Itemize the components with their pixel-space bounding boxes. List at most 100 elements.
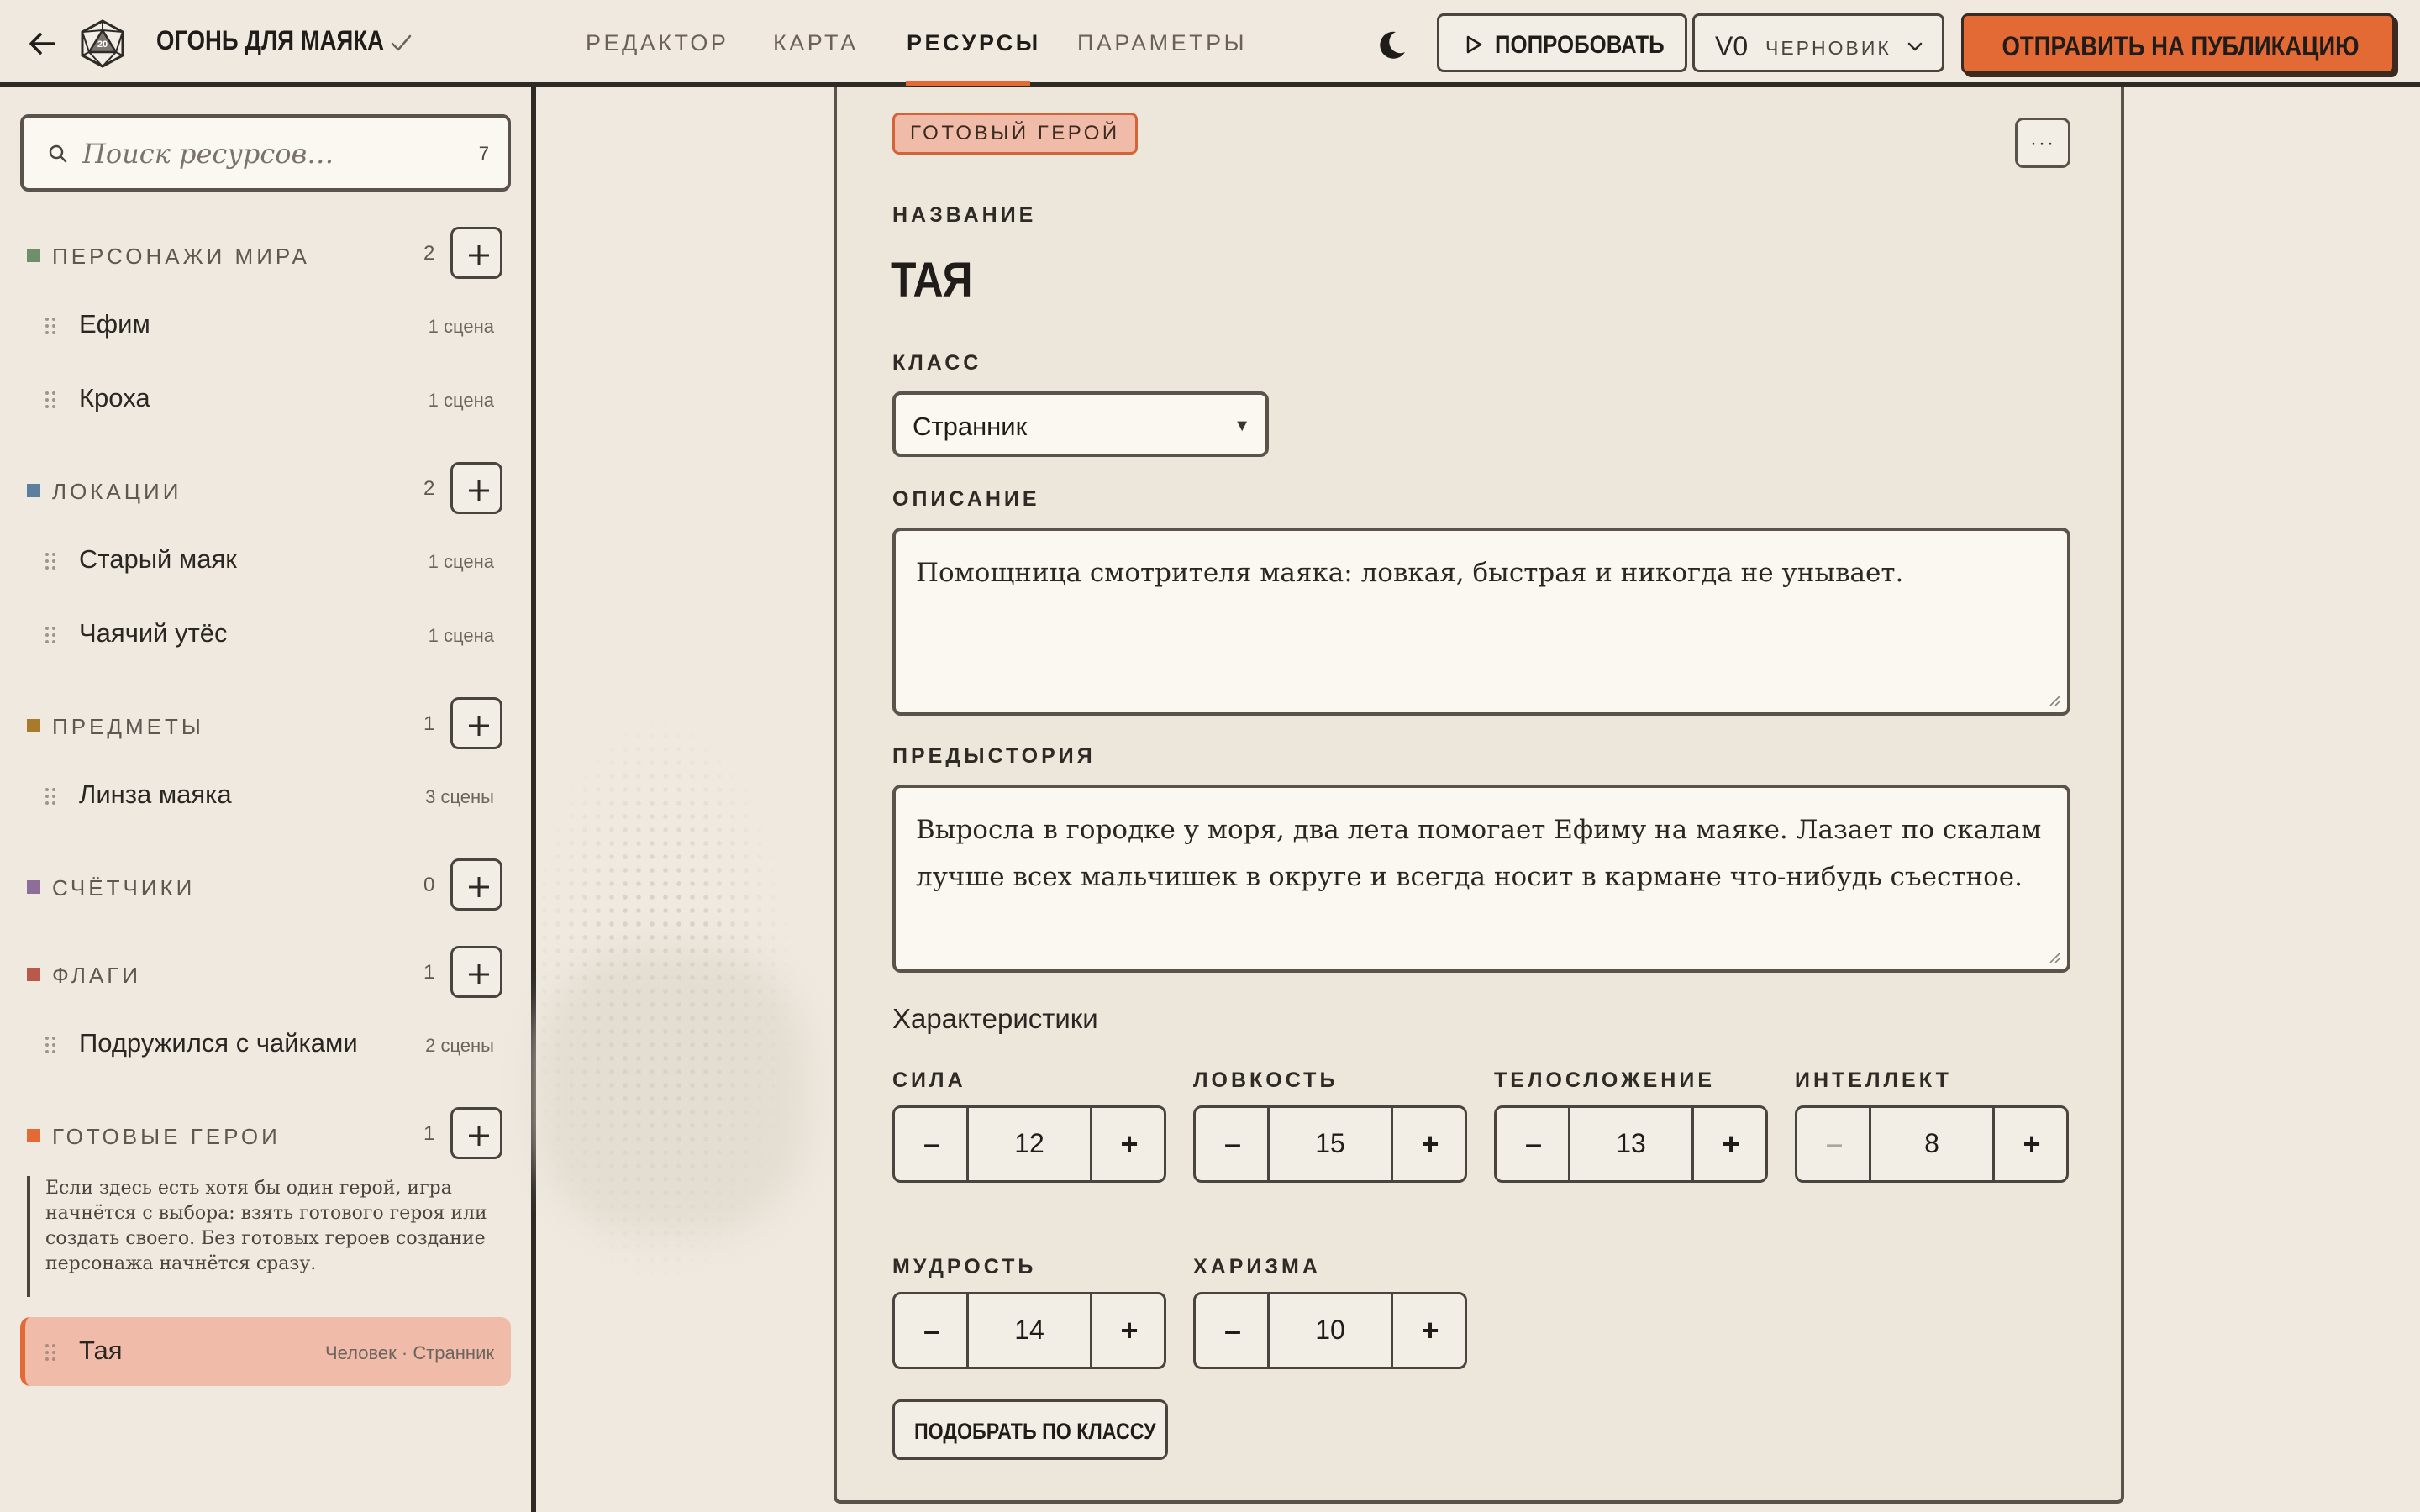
list-item[interactable]: Ефим 1 сцена bbox=[20, 291, 511, 360]
increment-button[interactable]: + bbox=[1691, 1108, 1765, 1180]
hero-name-value[interactable]: ТАЯ bbox=[891, 252, 972, 308]
list-item-selected[interactable]: Тая Человек · Странник bbox=[20, 1317, 511, 1386]
stat-value[interactable]: 14 bbox=[969, 1315, 1090, 1346]
stat-value[interactable]: 15 bbox=[1270, 1128, 1391, 1159]
heroes-help-note: Если здесь есть хотя бы один герой, игра… bbox=[27, 1176, 497, 1297]
top-bar: 20 ОГОНЬ ДЛЯ МАЯКА РЕДАКТОР КАРТА РЕСУРС… bbox=[0, 0, 2420, 87]
plus-icon bbox=[469, 964, 489, 984]
minus-icon: – bbox=[1524, 1126, 1543, 1161]
plus-icon: + bbox=[1421, 1313, 1439, 1347]
item-usage: 2 сцены bbox=[425, 1035, 494, 1056]
stat-value[interactable]: 10 bbox=[1270, 1315, 1391, 1346]
list-item[interactable]: Линза маяка 3 сцены bbox=[20, 761, 511, 830]
class-select-value: Странник bbox=[913, 412, 1028, 441]
drag-handle-icon[interactable] bbox=[44, 316, 57, 336]
dropdown-arrow-icon: ▼ bbox=[1234, 417, 1250, 435]
item-race-class: Человек · Странник bbox=[325, 1342, 494, 1363]
back-arrow-icon[interactable] bbox=[25, 27, 59, 60]
drag-handle-icon[interactable] bbox=[44, 1035, 57, 1055]
item-usage: 3 сцены bbox=[425, 786, 494, 807]
decrement-button[interactable]: – bbox=[895, 1108, 969, 1180]
stat-label: ХАРИЗМА bbox=[1193, 1255, 1321, 1278]
sidebar-divider bbox=[531, 87, 536, 1512]
more-options-button[interactable]: ··· bbox=[2015, 118, 2070, 168]
search-icon bbox=[49, 144, 67, 163]
stat-stepper: – 8 + bbox=[1795, 1105, 2069, 1183]
decrement-button[interactable]: – bbox=[1196, 1294, 1270, 1367]
group-count: 2 bbox=[424, 477, 435, 500]
decrement-button[interactable]: – bbox=[1497, 1108, 1570, 1180]
try-button[interactable]: ПОПРОБОВАТЬ bbox=[1437, 13, 1687, 72]
plus-icon bbox=[469, 480, 489, 501]
drag-handle-icon[interactable] bbox=[44, 1342, 57, 1362]
group-locations: ЛОКАЦИИ 2 bbox=[0, 459, 533, 517]
tab-resources[interactable]: РЕСУРСЫ bbox=[907, 30, 1041, 56]
stat-stepper: – 14 + bbox=[892, 1292, 1166, 1369]
add-character-button[interactable] bbox=[450, 227, 502, 279]
list-item[interactable]: Подружился с чайками 2 сцены bbox=[20, 1010, 511, 1079]
add-flag-button[interactable] bbox=[450, 946, 502, 998]
add-item-button[interactable] bbox=[450, 697, 502, 749]
publish-button-label: ОТПРАВИТЬ НА ПУБЛИКАЦИЮ bbox=[2002, 31, 2360, 61]
active-tab-indicator bbox=[906, 81, 1030, 86]
stat-value[interactable]: 13 bbox=[1570, 1128, 1691, 1159]
stat-label: ИНТЕЛЛЕКТ bbox=[1795, 1068, 1952, 1092]
description-label: ОПИСАНИЕ bbox=[892, 487, 1040, 511]
add-counter-button[interactable] bbox=[450, 858, 502, 911]
minus-icon: – bbox=[923, 1313, 941, 1347]
decrement-button-disabled[interactable]: – bbox=[1797, 1108, 1871, 1180]
increment-button[interactable]: + bbox=[1992, 1108, 2066, 1180]
increment-button[interactable]: + bbox=[1090, 1108, 1164, 1180]
list-item[interactable]: Кроха 1 сцена bbox=[20, 365, 511, 433]
drag-handle-icon[interactable] bbox=[44, 551, 57, 571]
resize-handle-icon[interactable] bbox=[2047, 692, 2062, 707]
tab-settings[interactable]: ПАРАМЕТРЫ bbox=[1077, 30, 1247, 56]
class-label: КЛАСС bbox=[892, 351, 982, 375]
group-count: 1 bbox=[424, 961, 435, 984]
version-dropdown[interactable]: V0 ЧЕРНОВИК bbox=[1692, 13, 1944, 72]
drag-handle-icon[interactable] bbox=[44, 390, 57, 410]
search-result-count: 7 bbox=[478, 143, 489, 164]
item-name: Ефим bbox=[79, 309, 150, 339]
list-item[interactable]: Старый маяк 1 сцена bbox=[20, 526, 511, 595]
group-count: 0 bbox=[424, 874, 435, 896]
group-title: ФЛАГИ bbox=[52, 963, 142, 988]
group-color-marker bbox=[27, 484, 40, 497]
version-status: ЧЕРНОВИК bbox=[1765, 37, 1891, 59]
resize-handle-icon[interactable] bbox=[2047, 949, 2062, 964]
publish-button[interactable]: ОТПРАВИТЬ НА ПУБЛИКАЦИЮ bbox=[1961, 13, 2395, 74]
tab-map[interactable]: КАРТА bbox=[773, 30, 859, 56]
search-input[interactable] bbox=[82, 133, 452, 175]
resource-type-badge: ГОТОВЫЙ ГЕРОЙ bbox=[892, 113, 1138, 155]
drag-handle-icon[interactable] bbox=[44, 786, 57, 806]
plus-icon bbox=[469, 1126, 489, 1146]
add-hero-button[interactable] bbox=[450, 1107, 502, 1159]
group-ready-heroes: ГОТОВЫЕ ГЕРОИ 1 bbox=[0, 1104, 533, 1163]
stat-label: МУДРОСТЬ bbox=[892, 1255, 1037, 1278]
increment-button[interactable]: + bbox=[1391, 1108, 1465, 1180]
group-title: ПЕРСОНАЖИ МИРА bbox=[52, 244, 310, 269]
description-textarea[interactable]: Помощница смотрителя маяка: ловкая, быст… bbox=[892, 528, 2070, 716]
increment-button[interactable]: + bbox=[1391, 1294, 1465, 1367]
tab-editor[interactable]: РЕДАКТОР bbox=[586, 30, 729, 56]
dark-mode-moon-icon[interactable] bbox=[1373, 27, 1410, 64]
group-count: 2 bbox=[424, 242, 435, 265]
drag-handle-icon[interactable] bbox=[44, 625, 57, 645]
add-location-button[interactable] bbox=[450, 462, 502, 514]
plus-icon: + bbox=[1120, 1126, 1139, 1161]
suggest-by-class-button[interactable]: ПОДОБРАТЬ ПО КЛАССУ bbox=[892, 1399, 1168, 1460]
class-select[interactable]: Странник ▼ bbox=[892, 391, 1269, 457]
stat-value[interactable]: 12 bbox=[969, 1128, 1090, 1159]
stat-value[interactable]: 8 bbox=[1871, 1128, 1992, 1159]
plus-icon: + bbox=[2023, 1126, 2041, 1161]
list-item[interactable]: Чаячий утёс 1 сцена bbox=[20, 600, 511, 669]
resources-sidebar: 7 ПЕРСОНАЖИ МИРА 2 Ефим 1 сцена Кроха 1 … bbox=[0, 92, 533, 1512]
decrement-button[interactable]: – bbox=[1196, 1108, 1270, 1180]
plus-icon: + bbox=[1722, 1126, 1740, 1161]
item-name: Линза маяка bbox=[79, 780, 232, 809]
increment-button[interactable]: + bbox=[1090, 1294, 1164, 1367]
resource-search[interactable]: 7 bbox=[20, 114, 511, 192]
backstory-textarea[interactable]: Выросла в городке у моря, два лета помог… bbox=[892, 785, 2070, 973]
plus-icon bbox=[469, 716, 489, 736]
decrement-button[interactable]: – bbox=[895, 1294, 969, 1367]
